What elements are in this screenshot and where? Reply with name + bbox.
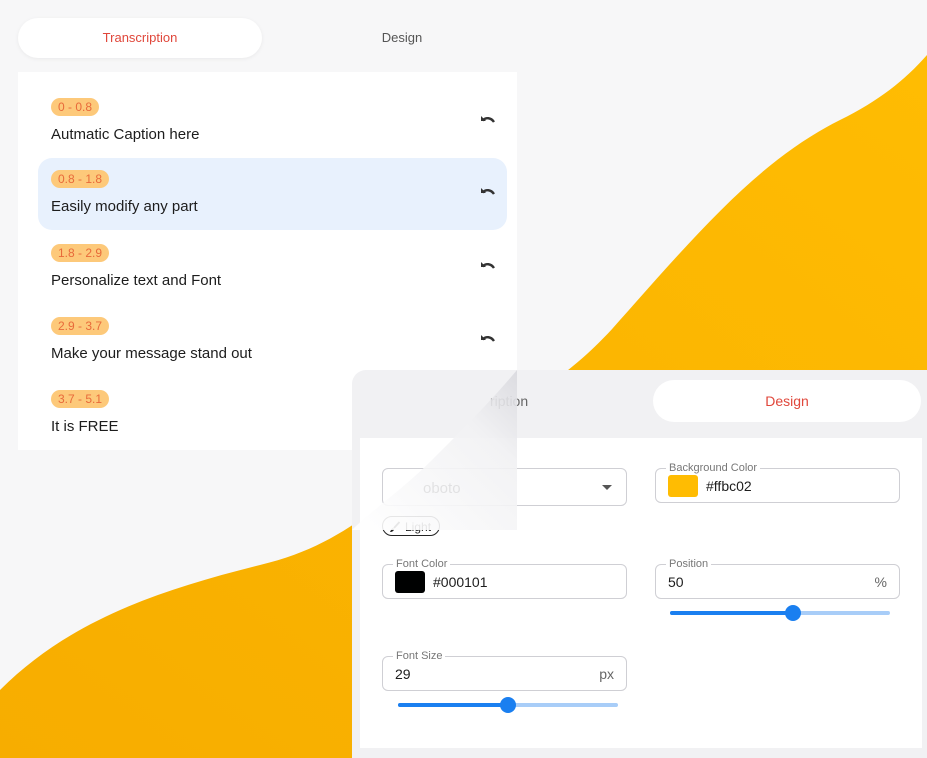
background-color-field[interactable]: Background Color #ffbc02 <box>655 461 900 503</box>
position-unit: % <box>874 574 887 590</box>
font-size-slider-thumb[interactable] <box>500 697 516 713</box>
page-curl <box>352 370 517 530</box>
font-color-swatch[interactable] <box>395 571 425 593</box>
font-size-slider[interactable] <box>398 697 618 713</box>
time-badge: 0.8 - 1.8 <box>51 170 110 188</box>
caption-row[interactable]: 1.8 - 2.9 Personalize text and Font <box>38 232 507 304</box>
position-slider-thumb[interactable] <box>785 605 802 621</box>
tab-design[interactable]: Design <box>280 18 524 58</box>
time-badge: 3.7 - 5.1 <box>51 390 110 408</box>
position-label: Position <box>666 557 712 571</box>
font-size-slider-fill <box>398 703 508 707</box>
caption-text[interactable]: It is FREE <box>51 418 119 435</box>
top-tab-bar: Transcription Design <box>18 18 508 58</box>
time-badge: 1.8 - 2.9 <box>51 244 110 262</box>
caption-text[interactable]: Autmatic Caption here <box>51 126 199 143</box>
font-size-label: Font Size <box>393 649 446 663</box>
background-color-swatch[interactable] <box>668 475 698 497</box>
caption-text[interactable]: Easily modify any part <box>51 198 198 215</box>
caption-text[interactable]: Personalize text and Font <box>51 272 221 289</box>
font-size-field[interactable]: Font Size 29 px <box>382 649 627 691</box>
undo-icon[interactable] <box>477 258 497 278</box>
position-value[interactable]: 50 <box>668 574 684 590</box>
tab-transcription[interactable]: Transcription <box>18 18 262 58</box>
undo-icon[interactable] <box>477 112 497 132</box>
time-badge: 2.9 - 3.7 <box>51 317 110 335</box>
background-color-label: Background Color <box>666 461 761 475</box>
position-slider-fill <box>670 611 794 615</box>
font-size-unit: px <box>599 666 614 682</box>
font-color-value[interactable]: #000101 <box>433 574 488 590</box>
caption-row[interactable]: 0 - 0.8 Autmatic Caption here <box>38 86 507 158</box>
position-slider[interactable] <box>670 605 890 621</box>
undo-icon[interactable] <box>477 184 497 204</box>
time-badge: 0 - 0.8 <box>51 98 100 116</box>
position-field[interactable]: Position 50 % <box>655 557 900 599</box>
caption-text[interactable]: Make your message stand out <box>51 345 252 362</box>
chevron-down-icon[interactable] <box>602 485 612 490</box>
background-color-value[interactable]: #ffbc02 <box>706 478 752 494</box>
font-size-value[interactable]: 29 <box>395 666 411 682</box>
font-color-field[interactable]: Font Color #000101 <box>382 557 627 599</box>
panel-tab-design[interactable]: Design <box>653 380 921 422</box>
caption-row[interactable]: 0.8 - 1.8 Easily modify any part <box>38 158 507 230</box>
